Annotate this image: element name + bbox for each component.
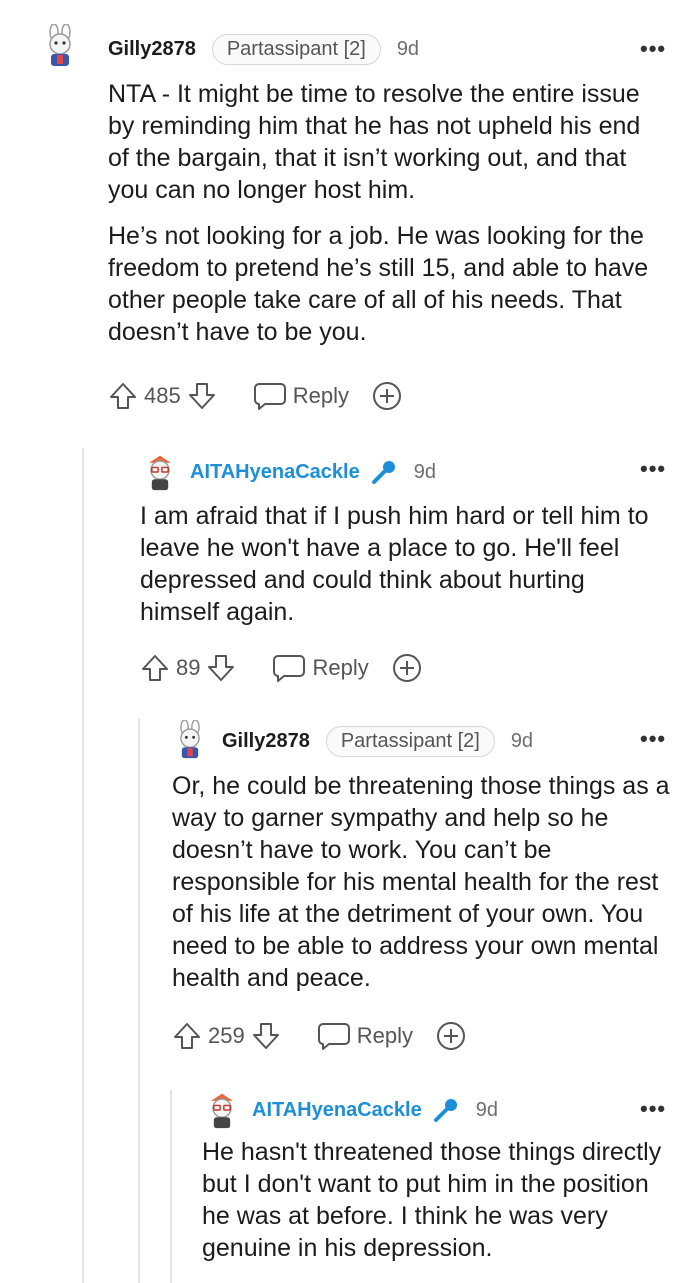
comment-age: 9d — [413, 460, 436, 483]
upvote-icon[interactable] — [172, 1021, 202, 1051]
reply-icon — [253, 381, 287, 411]
avatar-icon[interactable] — [140, 452, 180, 492]
comment: Gilly2878 Partassipant [2] 9d ••• Or, he… — [0, 710, 700, 1080]
downvote-icon[interactable] — [206, 653, 236, 683]
upvote-icon[interactable] — [140, 653, 170, 683]
comment-body: I am afraid that if I push him hard or t… — [140, 500, 670, 642]
user-flair: Partassipant [2] — [325, 726, 495, 757]
reply-button[interactable]: Reply — [253, 381, 349, 411]
username[interactable]: Gilly2878 — [108, 38, 196, 61]
reply-icon — [272, 653, 306, 683]
more-options-icon[interactable]: ••• — [640, 726, 666, 752]
award-icon[interactable] — [391, 652, 423, 684]
reply-icon — [317, 1021, 351, 1051]
username[interactable]: AITAHyenaCackle — [190, 461, 360, 484]
comment-paragraph: Or, he could be threatening those things… — [172, 772, 670, 992]
user-flair: Partassipant [2] — [211, 34, 381, 65]
comment-body: Or, he could be threatening those things… — [172, 770, 672, 1008]
more-options-icon[interactable]: ••• — [640, 36, 666, 62]
comment-paragraph: I am afraid that if I push him hard or t… — [140, 502, 649, 626]
comment: AITAHyenaCackle 9d ••• I am afraid that … — [0, 440, 700, 710]
more-options-icon[interactable]: ••• — [640, 1096, 666, 1122]
vote-count: 89 — [176, 655, 201, 680]
vote-count: 485 — [144, 383, 181, 408]
comment: Gilly2878 Partassipant [2] 9d ••• NTA - … — [0, 0, 700, 440]
reply-button[interactable]: Reply — [317, 1021, 413, 1051]
username[interactable]: AITAHyenaCackle — [252, 1099, 422, 1122]
reply-label: Reply — [356, 1023, 413, 1048]
reply-label: Reply — [292, 383, 349, 408]
username[interactable]: Gilly2878 — [222, 730, 310, 753]
microphone-icon — [432, 1096, 460, 1124]
award-icon[interactable] — [435, 1020, 467, 1052]
microphone-icon — [370, 458, 398, 486]
comment-age: 9d — [475, 1098, 498, 1121]
downvote-icon[interactable] — [187, 381, 217, 411]
comment-age: 9d — [510, 730, 534, 752]
avatar-icon[interactable] — [170, 720, 210, 760]
upvote-icon[interactable] — [108, 381, 138, 411]
comment-paragraph: He hasn't threatened those things direct… — [202, 1138, 662, 1262]
comment-paragraph: He’s not looking for a job. He was looki… — [108, 222, 649, 346]
award-icon[interactable] — [371, 380, 403, 412]
reply-button[interactable]: Reply — [272, 653, 369, 683]
more-options-icon[interactable]: ••• — [640, 456, 666, 482]
avatar-icon[interactable] — [38, 24, 82, 68]
avatar-icon[interactable] — [202, 1090, 242, 1130]
comment-body: NTA - It might be time to resolve the en… — [108, 78, 668, 362]
comment-age: 9d — [396, 38, 420, 60]
downvote-icon[interactable] — [251, 1021, 281, 1051]
comment: AITAHyenaCackle 9d ••• He hasn't threate… — [0, 1080, 700, 1283]
vote-count: 259 — [208, 1023, 245, 1048]
comment-body: He hasn't threatened those things direct… — [202, 1136, 672, 1278]
reply-label: Reply — [312, 655, 369, 680]
comment-paragraph: NTA - It might be time to resolve the en… — [108, 80, 641, 204]
